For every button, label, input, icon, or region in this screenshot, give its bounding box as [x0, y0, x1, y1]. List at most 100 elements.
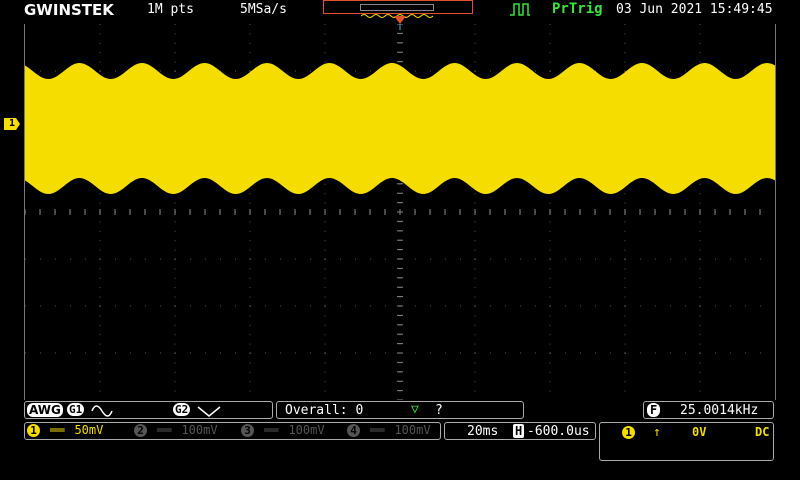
grid-minor-dot — [595, 258, 596, 260]
grid-minor-dot — [160, 352, 161, 354]
grid-minor-dot — [610, 258, 611, 260]
grid-minor-dot — [355, 305, 356, 307]
grid-minor-dot — [265, 305, 266, 307]
grid-minor-dot — [70, 352, 71, 354]
channel-3-setting[interactable]: 3 ══ 100mV — [241, 423, 325, 437]
grid-minor-dot — [174, 390, 176, 392]
grid-minor-dot — [655, 305, 656, 307]
grid-minor-dot — [475, 352, 476, 354]
channel-1-badge: 1 — [27, 424, 40, 437]
grid-minor-dot — [550, 70, 551, 72]
trigger-settings-box[interactable]: 1 ↑ 0V DC — [599, 422, 774, 461]
grid-minor-dot — [625, 305, 626, 307]
grid-minor-dot — [249, 287, 251, 289]
measurement-box[interactable]: Overall: 0 ▽ ? — [276, 401, 524, 419]
grid-minor-dot — [550, 258, 551, 260]
frequency-counter-box[interactable]: F 25.0014kHz — [643, 401, 774, 419]
grid-minor-dot — [40, 352, 41, 354]
grid-minor-dot — [549, 202, 551, 204]
grid-minor-dot — [175, 258, 176, 260]
grid-minor-dot — [370, 305, 371, 307]
rising-edge-icon: ↑ — [653, 425, 661, 440]
grid-minor-dot — [115, 70, 116, 72]
date-time: 03 Jun 2021 15:49:45 — [616, 2, 773, 17]
trigger-source-badge: 1 — [622, 426, 635, 439]
channel-settings-box[interactable]: 1 ══ 50mV 2 ══ 100mV 3 ══ 100mV 4 ══ 100mV — [24, 422, 441, 440]
grid-minor-dot — [760, 352, 761, 354]
grid-minor-dot — [624, 296, 626, 298]
grid-minor-dot — [99, 33, 101, 35]
grid-minor-dot — [370, 70, 371, 72]
grid-minor-dot — [370, 352, 371, 354]
grid-minor-dot — [250, 258, 251, 260]
grid-minor-dot — [670, 305, 671, 307]
grid-minor-dot — [174, 277, 176, 279]
grid-minor-dot — [325, 352, 326, 354]
grid-minor-dot — [99, 24, 101, 25]
grid-minor-dot — [699, 277, 701, 279]
grid-minor-dot — [699, 343, 701, 345]
grid-minor-dot — [25, 258, 26, 260]
grid-minor-dot — [385, 305, 386, 307]
grid-minor-dot — [99, 230, 101, 232]
grid-minor-dot — [549, 221, 551, 223]
grid-minor-dot — [700, 258, 701, 260]
grid-minor-dot — [174, 381, 176, 383]
grid-minor-dot — [415, 305, 416, 307]
grid-minor-dot — [174, 230, 176, 232]
grid-minor-dot — [145, 305, 146, 307]
grid-minor-dot — [699, 390, 701, 392]
grid-minor-dot — [699, 193, 701, 195]
grid-minor-dot — [295, 70, 296, 72]
grid-minor-dot — [624, 315, 626, 317]
grid-minor-dot — [549, 61, 551, 63]
grid-minor-dot — [324, 183, 326, 185]
grid-minor-dot — [640, 258, 641, 260]
grid-minor-dot — [549, 371, 551, 373]
awg-status-box[interactable]: AWG G1 G2 — [24, 401, 273, 419]
grid-minor-dot — [249, 296, 251, 298]
grid-minor-dot — [549, 249, 551, 251]
grid-minor-dot — [550, 352, 551, 354]
grid-minor-dot — [85, 305, 86, 307]
grid-minor-dot — [99, 287, 101, 289]
timebase-box[interactable]: 20ms H -600.0us — [444, 422, 596, 440]
grid-minor-dot — [474, 193, 476, 195]
channel-2-setting[interactable]: 2 ══ 100mV — [134, 423, 218, 437]
grid-minor-dot — [324, 362, 326, 364]
grid-minor-dot — [549, 296, 551, 298]
grid-minor-dot — [565, 305, 566, 307]
grid-minor-dot — [250, 70, 251, 72]
grid-minor-dot — [55, 70, 56, 72]
grid-minor-dot — [699, 315, 701, 317]
grid-minor-dot — [580, 305, 581, 307]
grid-minor-dot — [624, 334, 626, 336]
grid-minor-dot — [430, 258, 431, 260]
grid-minor-dot — [685, 258, 686, 260]
grid-minor-dot — [415, 258, 416, 260]
grid-minor-dot — [249, 230, 251, 232]
grid-minor-dot — [430, 70, 431, 72]
channel1-ground-marker[interactable]: 1 — [4, 118, 20, 130]
grid-minor-dot — [610, 305, 611, 307]
grid-minor-dot — [100, 70, 101, 72]
grid-minor-dot — [745, 258, 746, 260]
grid-minor-dot — [549, 287, 551, 289]
grid-minor-dot — [99, 334, 101, 336]
grid-minor-dot — [474, 324, 476, 326]
brand-logo: GWINSTEK — [24, 1, 114, 19]
grid-minor-dot — [699, 268, 701, 270]
grid-minor-dot — [699, 371, 701, 373]
grid-minor-dot — [310, 305, 311, 307]
channel-3-scale: 100mV — [288, 423, 325, 437]
channel-4-setting[interactable]: 4 ══ 100mV — [347, 423, 431, 437]
grid-minor-dot — [475, 258, 476, 260]
grid-minor-dot — [415, 70, 416, 72]
channel-3-coupling: ══ — [264, 423, 279, 437]
grid-minor-dot — [99, 381, 101, 383]
channel-1-setting[interactable]: 1 ══ 50mV — [27, 423, 103, 437]
waveform-display[interactable] — [24, 24, 776, 400]
grid-minor-dot — [100, 352, 101, 354]
grid-minor-dot — [355, 258, 356, 260]
grid-minor-dot — [565, 258, 566, 260]
